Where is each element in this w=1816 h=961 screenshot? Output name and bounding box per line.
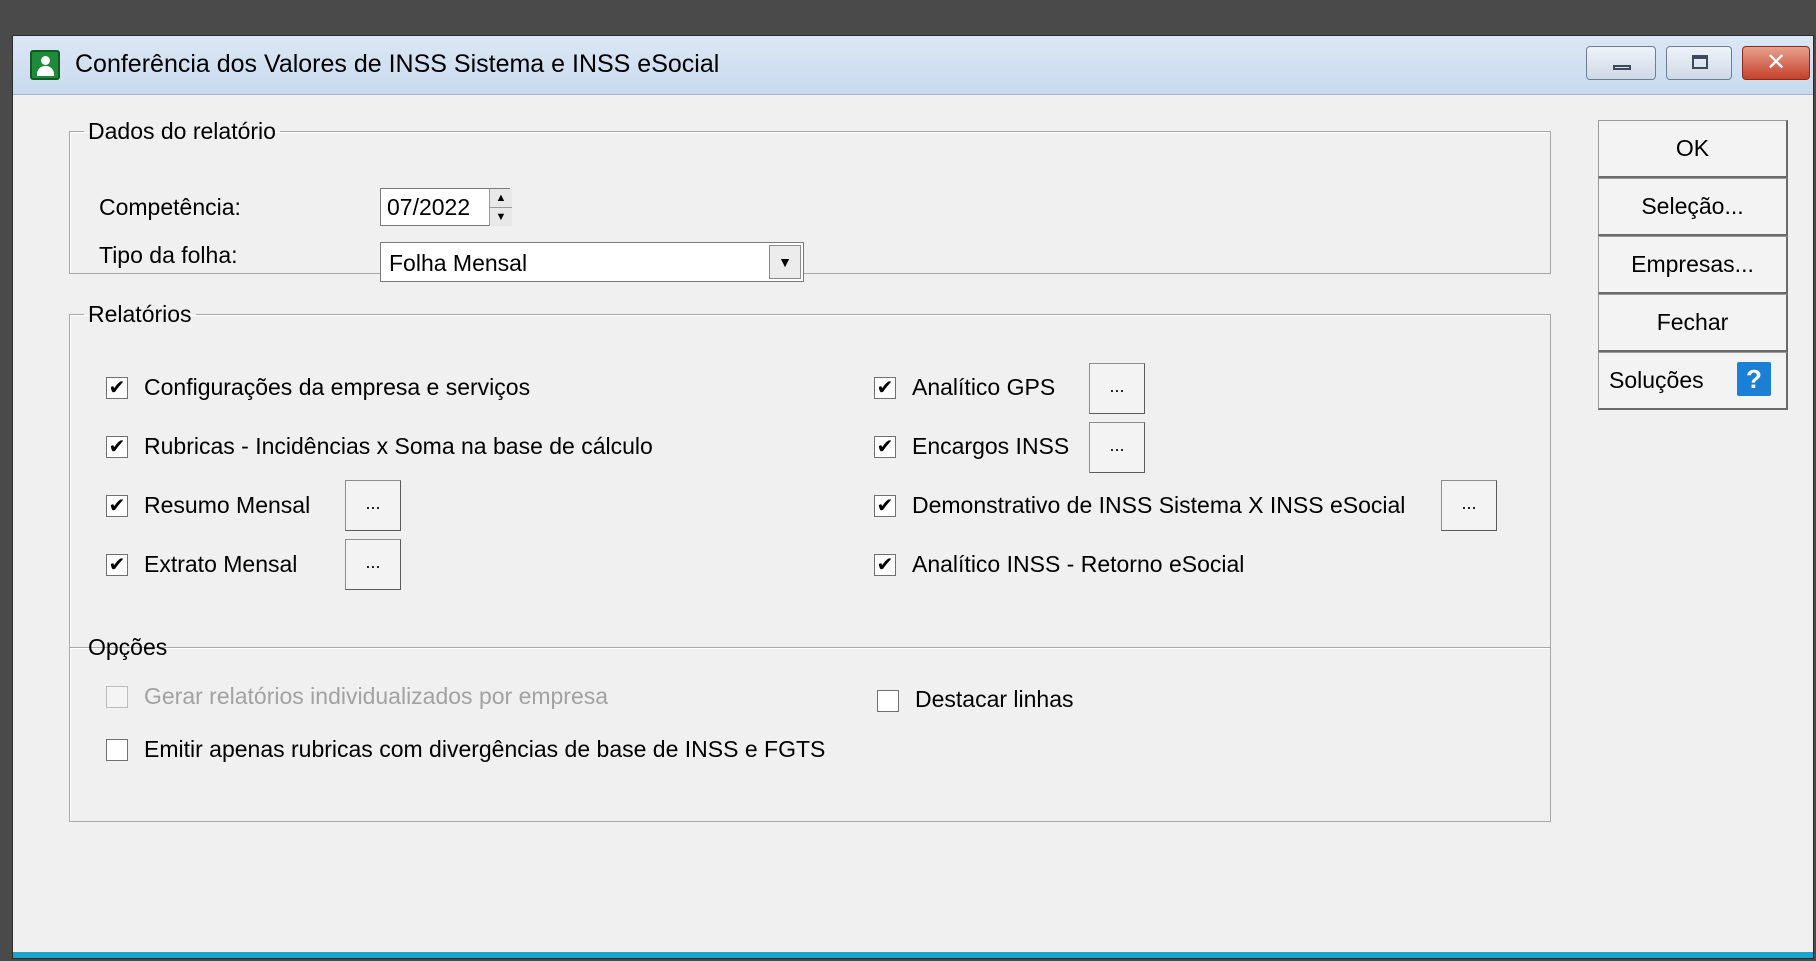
competencia-input[interactable]: 07/2022 ▲ ▼ <box>380 188 512 226</box>
restore-icon <box>1692 55 1708 69</box>
empresas-button[interactable]: Empresas... <box>1598 236 1788 294</box>
ok-button[interactable]: OK <box>1598 120 1788 178</box>
opcoes-group: Opções <box>69 634 1551 822</box>
label-demonstrativo: Demonstrativo de INSS Sistema X INSS eSo… <box>912 492 1406 518</box>
tipo-folha-select[interactable]: Folha Mensal ▼ <box>380 242 804 282</box>
fechar-button[interactable]: Fechar <box>1598 294 1788 352</box>
checkbox-analitico-inss[interactable]: ✔ <box>874 554 896 576</box>
label-configuracoes: Configurações da empresa e serviços <box>144 374 531 400</box>
label-resumo-mensal: Resumo Mensal <box>144 492 311 518</box>
label-gerar-individualizados: Gerar relatórios individualizados por em… <box>144 683 609 709</box>
extrato-mensal-options-button[interactable]: ... <box>345 539 401 590</box>
label-destacar-linhas: Destacar linhas <box>915 686 1074 712</box>
close-button[interactable]: ✕ <box>1742 46 1810 80</box>
spin-up-icon[interactable]: ▲ <box>489 189 512 207</box>
label-analitico-inss: Analítico INSS - Retorno eSocial <box>912 551 1245 577</box>
checkbox-emitir-divergencias[interactable] <box>106 739 128 761</box>
help-icon: ? <box>1737 362 1771 396</box>
maximize-button[interactable] <box>1666 46 1732 80</box>
label-rubricas: Rubricas - Incidências x Soma na base de… <box>144 433 653 459</box>
encargos-inss-options-button[interactable]: ... <box>1089 422 1145 473</box>
label-emitir-divergencias: Emitir apenas rubricas com divergências … <box>144 736 826 762</box>
label-extrato-mensal: Extrato Mensal <box>144 551 298 577</box>
minimize-icon <box>1613 65 1631 70</box>
competencia-label: Competência: <box>99 194 241 220</box>
checkbox-extrato-mensal[interactable]: ✔ <box>106 554 128 576</box>
checkbox-encargos-inss[interactable]: ✔ <box>874 436 896 458</box>
checkbox-analitico-gps[interactable]: ✔ <box>874 377 896 399</box>
checkbox-demonstrativo[interactable]: ✔ <box>874 495 896 517</box>
relatorios-group: Relatórios <box>69 301 1551 648</box>
checkbox-gerar-individualizados <box>106 686 128 708</box>
dados-group: Dados do relatório <box>69 118 1551 274</box>
dados-legend: Dados do relatório <box>88 118 276 144</box>
analitico-gps-options-button[interactable]: ... <box>1089 363 1145 414</box>
close-icon: ✕ <box>1765 49 1787 76</box>
tipo-folha-label: Tipo da folha: <box>99 242 238 268</box>
tipo-folha-value: Folha Mensal <box>389 250 528 276</box>
spin-down-icon[interactable]: ▼ <box>489 207 512 226</box>
checkbox-resumo-mensal[interactable]: ✔ <box>106 495 128 517</box>
label-analitico-gps: Analítico GPS <box>912 374 1056 400</box>
relatorios-legend: Relatórios <box>88 301 192 327</box>
dialog-window: Conferência dos Valores de INSS Sistema … <box>12 35 1814 959</box>
solucoes-button[interactable]: Soluções ? <box>1598 352 1788 410</box>
title-bar: Conferência dos Valores de INSS Sistema … <box>13 36 1813 95</box>
minimize-button[interactable] <box>1586 46 1656 80</box>
checkbox-configuracoes[interactable]: ✔ <box>106 377 128 399</box>
demonstrativo-options-button[interactable]: ... <box>1441 480 1497 531</box>
selecao-button[interactable]: Seleção... <box>1598 178 1788 236</box>
solucoes-label: Soluções <box>1609 367 1704 393</box>
resumo-mensal-options-button[interactable]: ... <box>345 480 401 531</box>
label-encargos-inss: Encargos INSS <box>912 433 1070 459</box>
checkbox-destacar-linhas[interactable] <box>877 690 899 712</box>
user-app-icon <box>30 50 60 80</box>
competencia-value: 07/2022 <box>387 194 471 220</box>
opcoes-legend: Opções <box>88 634 168 660</box>
window-title: Conferência dos Valores de INSS Sistema … <box>75 50 720 78</box>
chevron-down-icon[interactable]: ▼ <box>769 245 801 279</box>
checkbox-rubricas[interactable]: ✔ <box>106 436 128 458</box>
